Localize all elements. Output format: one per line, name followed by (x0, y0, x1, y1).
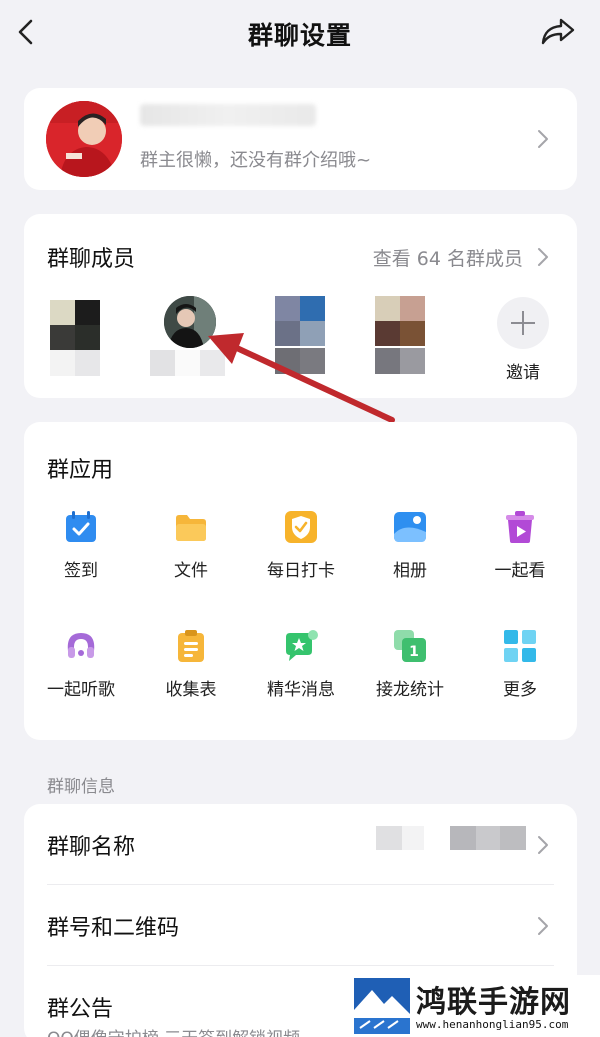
music-listen-icon (67, 633, 95, 658)
shield-check-icon (285, 511, 317, 543)
view-all-members-link[interactable]: 查看 64 名群成员 (373, 244, 523, 271)
site-url: www.henanhonglian95.com (416, 1018, 569, 1031)
member-avatar[interactable] (275, 296, 325, 346)
relay-stats-icon: 1 (394, 630, 426, 662)
app-daily-punch[interactable]: 每日打卡 (246, 510, 356, 594)
members-title: 群聊成员 (47, 247, 136, 272)
app-label: 接龙统计 (376, 680, 444, 700)
group-name-label: 群聊名称 (47, 835, 136, 860)
app-checkin[interactable]: 签到 (26, 510, 136, 594)
app-label: 每日打卡 (267, 561, 335, 581)
app-collect-form[interactable]: 收集表 (136, 629, 246, 713)
group-name-value-obscured (376, 826, 526, 850)
apps-title: 群应用 (47, 458, 114, 483)
app-more[interactable]: 更多 (465, 629, 575, 713)
invite-member-button[interactable] (497, 297, 549, 349)
group-apps-card: 群应用 签到 文件 每日打卡 相册 一起看 一起听歌 收集表 精华消息 1 接龙… (24, 422, 577, 740)
grid-more-icon (504, 630, 536, 662)
app-album[interactable]: 相册 (355, 510, 465, 594)
page-title: 群聊设置 (247, 21, 352, 50)
app-watch-together[interactable]: 一起看 (465, 510, 575, 594)
row-group-id-qr[interactable]: 群号和二维码 (24, 885, 577, 965)
section-label-group-info: 群聊信息 (47, 777, 115, 797)
chevron-right-icon (538, 130, 548, 148)
group-notice-label: 群公告 (47, 997, 114, 1022)
member-avatar[interactable] (164, 296, 216, 348)
group-avatar[interactable] (46, 101, 122, 177)
share-forward-icon[interactable] (540, 16, 576, 46)
app-label: 一起听歌 (47, 680, 115, 700)
chevron-right-icon (538, 836, 548, 854)
app-label: 相册 (393, 561, 427, 581)
nav-bar: 群聊设置 (0, 0, 600, 62)
app-label: 签到 (64, 561, 98, 581)
group-name-obscured (140, 104, 316, 126)
group-profile-card[interactable]: 群主很懒，还没有群介绍哦~ (24, 88, 577, 190)
watch-together-icon (506, 511, 534, 543)
member-name-obscured (375, 348, 425, 374)
photo-album-icon (394, 512, 426, 542)
app-label: 更多 (503, 680, 537, 700)
app-listen-together[interactable]: 一起听歌 (26, 629, 136, 713)
group-members-card: 群聊成员 查看 64 名群成员 邀请 (24, 214, 577, 398)
app-relay-stats[interactable]: 1 接龙统计 (355, 629, 465, 713)
member-name-obscured (275, 348, 325, 374)
site-name: 鸿联手游网 (416, 985, 571, 1020)
app-label: 精华消息 (267, 680, 335, 700)
group-intro: 群主很懒，还没有群介绍哦~ (140, 150, 372, 171)
app-label: 文件 (174, 561, 208, 581)
chat-highlight-icon (286, 630, 318, 661)
member-name-obscured (150, 350, 225, 376)
svg-text:1: 1 (409, 644, 419, 660)
clipboard-form-icon (178, 630, 204, 662)
member-avatar[interactable] (50, 300, 100, 350)
folder-icon (176, 515, 206, 541)
site-logo-icon (354, 978, 410, 1034)
app-files[interactable]: 文件 (136, 510, 246, 594)
calendar-check-icon (66, 511, 96, 542)
app-highlights[interactable]: 精华消息 (246, 629, 356, 713)
member-avatar[interactable] (375, 296, 425, 346)
site-watermark: 鸿联手游网 www.henanhonglian95.com (352, 975, 600, 1037)
chevron-right-icon[interactable] (537, 247, 549, 267)
group-qr-label: 群号和二维码 (47, 916, 180, 941)
app-label: 一起看 (494, 561, 546, 581)
notice-preview: QQ偶像守护榜 三天签到解锁视频 (47, 1024, 300, 1037)
member-name-obscured (50, 350, 100, 376)
invite-label[interactable]: 邀请 (495, 358, 551, 383)
app-label: 收集表 (165, 680, 217, 700)
chevron-right-icon (538, 917, 548, 935)
row-group-name[interactable]: 群聊名称 (24, 804, 577, 884)
